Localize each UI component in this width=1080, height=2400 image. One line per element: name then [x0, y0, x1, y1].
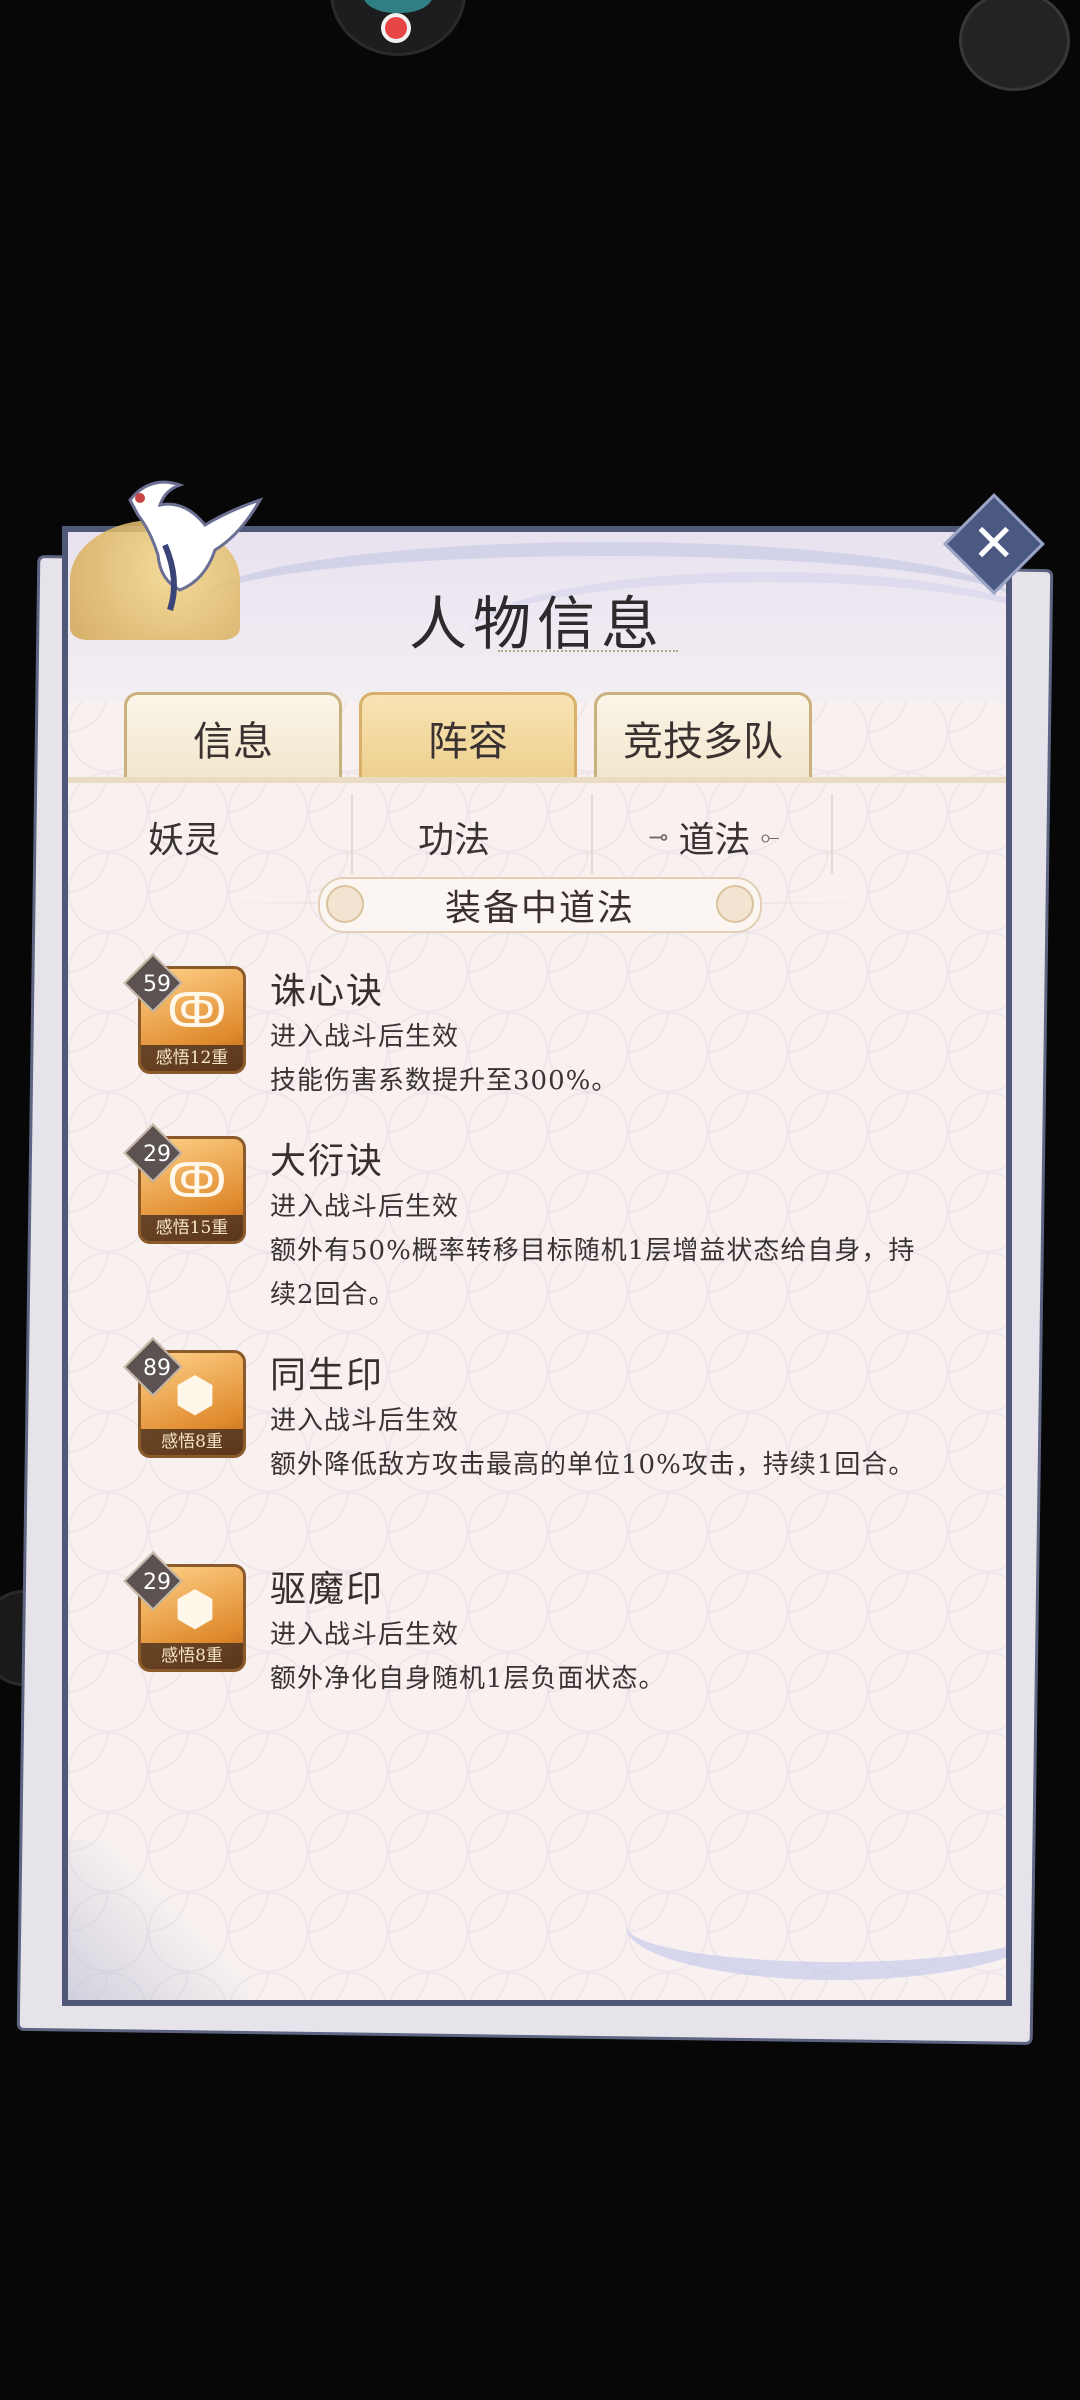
subtab-divider: [591, 794, 593, 874]
bird-icon: [363, 0, 433, 13]
notification-dot: [381, 13, 411, 43]
subtab-technique[interactable]: 功法: [338, 797, 570, 877]
ornament-left-icon: ⊸: [648, 823, 669, 851]
skill-description: 额外净化自身随机1层负面状态。: [270, 1664, 666, 1694]
tab-info[interactable]: 信息: [124, 692, 342, 780]
skill-rank: 感悟15重: [141, 1215, 243, 1241]
ornament-right-icon: ⟜: [760, 823, 780, 851]
skill-condition: 进入战斗后生效: [270, 1406, 460, 1436]
tab-arena-multi-team[interactable]: 竞技多队: [594, 692, 812, 780]
section-header: 装备中道法: [318, 877, 762, 933]
bottom-wave: [626, 1872, 1006, 1980]
skill-condition: 进入战斗后生效: [270, 1192, 460, 1222]
character-info-panel: 人物信息 信息 阵容 竞技多队 妖灵 功法 ⊸ 道法 ⟜ 装备中道法 ↂ 感悟1…: [62, 526, 1012, 2006]
pet-avatar-button[interactable]: [330, 0, 466, 56]
skill-name: 驱魔印: [270, 1569, 385, 1610]
skill-rank: 感悟8重: [141, 1429, 243, 1455]
subtab-dao-method[interactable]: ⊸ 道法 ⟜: [598, 797, 830, 877]
section-title: 装备中道法: [444, 888, 635, 929]
subtab-label: 妖灵: [147, 820, 220, 861]
skill-description: 技能伤害系数提升至300%。: [270, 1066, 619, 1096]
skill-level: 29: [143, 1142, 171, 1167]
tab-lineup[interactable]: 阵容: [359, 692, 577, 780]
corner-shading: [68, 1840, 248, 2000]
knob-icon: [326, 885, 364, 923]
close-icon: ✕: [972, 513, 1016, 574]
subtab-label: 道法: [678, 820, 751, 861]
skill-description: 额外降低敌方攻击最高的单位10%攻击，持续1回合。: [270, 1450, 916, 1480]
skill-condition: 进入战斗后生效: [270, 1022, 460, 1052]
player-avatar[interactable]: [959, 0, 1070, 91]
main-tabs: 信息 阵容 竞技多队: [124, 692, 924, 787]
crane-ornament-icon: [128, 480, 264, 611]
skill-name: 大衍诀: [270, 1141, 385, 1182]
skill-condition: 进入战斗后生效: [270, 1620, 460, 1650]
title-underline: [498, 650, 678, 656]
skill-level: 89: [143, 1356, 171, 1381]
skill-level: 29: [143, 1570, 171, 1595]
knob-icon: [716, 885, 754, 923]
subtab-label: 功法: [417, 820, 490, 861]
skill-level: 59: [143, 972, 171, 997]
skill-name: 同生印: [270, 1355, 385, 1396]
skill-rank: 感悟8重: [141, 1643, 243, 1669]
tab-bar-divider: [68, 777, 1006, 783]
skill-name: 诛心诀: [270, 971, 385, 1012]
subtab-spirit[interactable]: 妖灵: [68, 797, 300, 877]
skill-rank: 感悟12重: [141, 1045, 243, 1071]
subtab-divider: [831, 794, 833, 874]
skill-description: 额外有50%概率转移目标随机1层增益状态给自身，持续2回合。: [270, 1236, 916, 1310]
